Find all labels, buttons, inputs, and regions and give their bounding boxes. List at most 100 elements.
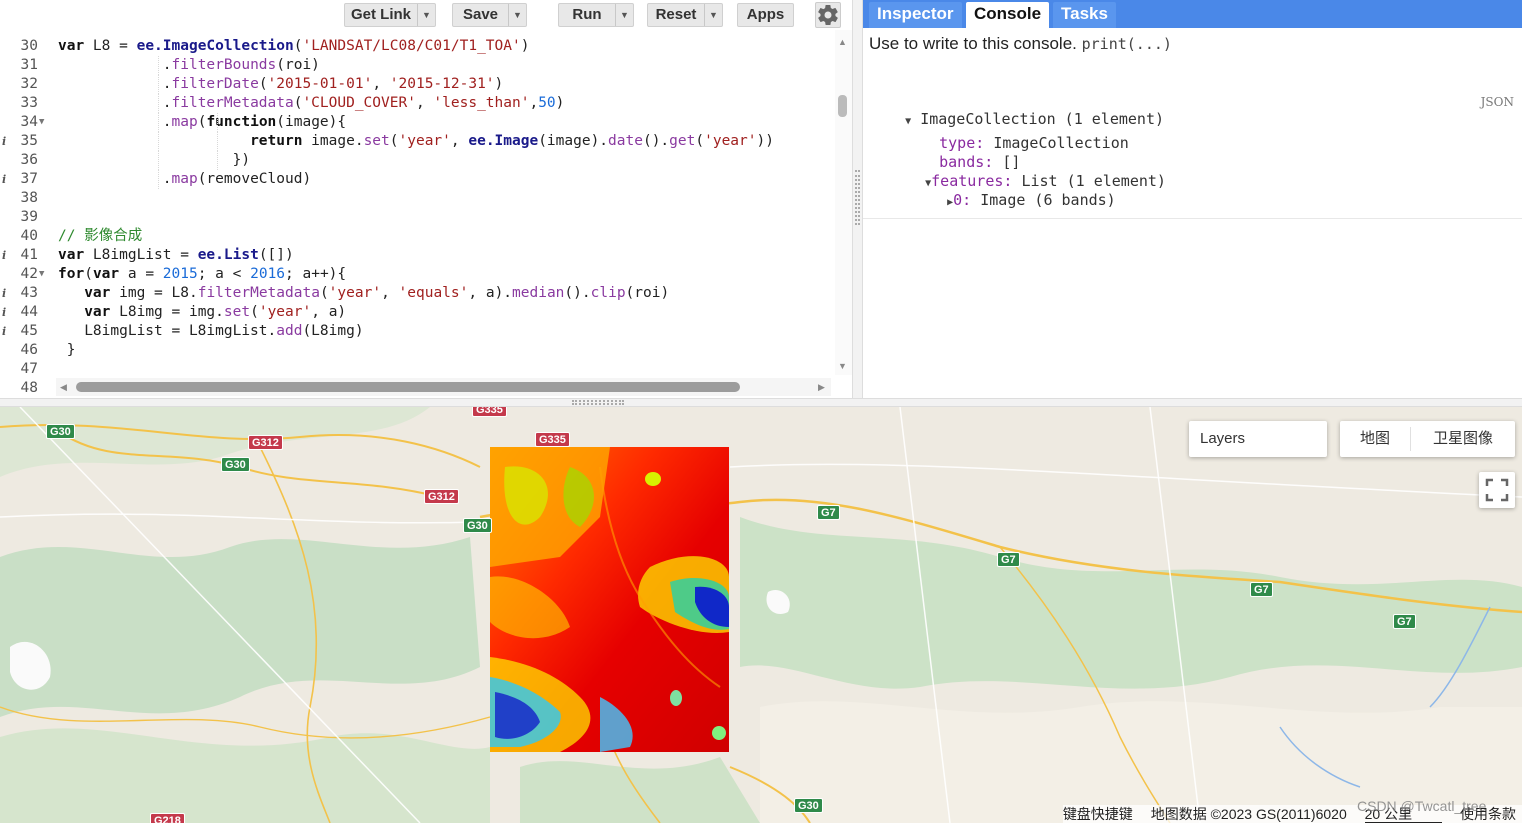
code-token: map (171, 114, 198, 130)
code-text: .filterBounds(roi) (58, 56, 320, 75)
indent-guide (158, 132, 159, 151)
code-token: (roi) (276, 57, 320, 73)
code-text: }) (58, 151, 250, 170)
get-link-button[interactable]: Get Link ▼ (344, 3, 436, 27)
code-line[interactable]: 42 ▼ for(var a = 2015; a < 2016; a++){ (0, 265, 835, 284)
code-line[interactable]: 36 }) (0, 151, 835, 170)
code-token: '2015-01-01' (267, 76, 373, 92)
code-text: var L8img = img.set('year', a) (58, 303, 346, 322)
highway-shield: G30 (221, 457, 250, 472)
fullscreen-button[interactable] (1479, 472, 1515, 508)
run-button[interactable]: Run ▼ (558, 3, 634, 27)
code-text: var L8imgList = ee.List([]) (58, 246, 294, 265)
splitter-grip-icon[interactable] (855, 170, 860, 225)
code-line[interactable]: 32 .filterDate('2015-01-01', '2015-12-31… (0, 75, 835, 94)
editor-vertical-scroll-thumb[interactable] (838, 95, 847, 117)
settings-button[interactable] (815, 2, 841, 28)
code-token: ; a++){ (285, 266, 347, 282)
run-label: Run (572, 6, 602, 23)
map-type-roadmap[interactable]: 地图 (1340, 421, 1410, 457)
tab-inspector[interactable]: Inspector (869, 2, 962, 28)
apps-button[interactable]: Apps (737, 3, 794, 27)
scroll-right-icon[interactable]: ▶ (818, 382, 825, 393)
fold-toggle-icon[interactable]: ▼ (39, 265, 44, 284)
code-token: ee.List (197, 247, 259, 263)
tab-tasks[interactable]: Tasks (1053, 2, 1116, 28)
code-token: // 影像合成 (58, 228, 143, 244)
code-line[interactable]: 38 (0, 189, 835, 208)
splitter-grip-icon[interactable] (572, 400, 624, 405)
code-editor-pane: 30 var L8 = ee.ImageCollection('LANDSAT/L… (0, 0, 852, 398)
apps-label: Apps (746, 6, 785, 23)
indent-guide (217, 132, 218, 151)
code-line[interactable]: i 45 L8imgList = L8imgList.add(L8img) (0, 322, 835, 341)
code-token: (roi) (625, 285, 670, 301)
code-token: 'year' (258, 304, 312, 320)
code-token: 'less_than' (433, 95, 530, 111)
code-token: ) (520, 38, 530, 54)
highway-shield: G30 (46, 424, 75, 439)
indent-guide (158, 151, 159, 170)
map-type-satellite[interactable]: 卫星图像 (1411, 421, 1515, 457)
code-token: var (84, 304, 111, 320)
caret-down-icon[interactable]: ▼ (704, 4, 722, 26)
tab-console[interactable]: Console (966, 2, 1050, 28)
code-text: var img = L8.filterMetadata('year', 'equ… (58, 284, 669, 303)
code-text: // 影像合成 (58, 227, 142, 246)
code-line[interactable]: 31 .filterBounds(roi) (0, 56, 835, 75)
json-link[interactable]: JSON (1481, 95, 1514, 109)
console-divider (863, 218, 1522, 219)
raster-overlay (490, 447, 729, 752)
caret-down-icon[interactable]: ▼ (615, 4, 633, 26)
code-token: 'year' (704, 133, 757, 149)
scroll-up-icon[interactable]: ▲ (838, 37, 847, 47)
editor-horizontal-scroll-thumb[interactable] (76, 382, 740, 392)
layers-button[interactable]: Layers (1189, 421, 1327, 457)
scroll-left-icon[interactable]: ◀ (60, 382, 67, 393)
code-text: for(var a = 2015; a < 2016; a++){ (58, 265, 346, 284)
code-line[interactable]: i 35 return image.set('year', ee.Image(im… (0, 132, 835, 151)
code-token: (L8img) (302, 323, 364, 339)
code-line[interactable]: i 44 var L8img = img.set('year', a) (0, 303, 835, 322)
code-editor[interactable]: 30 var L8 = ee.ImageCollection('LANDSAT/L… (0, 22, 835, 396)
code-line[interactable]: 46 } (0, 341, 835, 360)
code-token: '2015-12-31' (389, 76, 495, 92)
line-number: 45 (20, 323, 38, 339)
console-hint-code: print(...) (1081, 35, 1172, 53)
code-token: ee.Image (468, 133, 539, 149)
editor-toolbar: Get Link ▼ Save ▼ Run ▼ Reset ▼ Apps (0, 0, 852, 30)
code-line[interactable]: i 37 .map(removeCloud) (0, 170, 835, 189)
code-line[interactable]: 30 var L8 = ee.ImageCollection('LANDSAT/L… (0, 37, 835, 56)
line-number: 48 (20, 380, 38, 396)
code-token: (image){ (276, 114, 347, 130)
code-token: filterDate (171, 76, 259, 92)
code-line[interactable]: 40 // 影像合成 (0, 227, 835, 246)
highway-shield: G312 (248, 435, 283, 450)
code-text: .map(removeCloud) (58, 170, 311, 189)
keyboard-shortcuts-link[interactable]: 键盘快捷键 (1063, 806, 1133, 822)
caret-down-icon[interactable]: ▼ (417, 4, 435, 26)
fold-toggle-icon[interactable]: ▼ (39, 113, 44, 132)
code-token: (). (564, 285, 591, 301)
tree-item-row[interactable]: ▶0: Image (6 bands) (911, 172, 1116, 231)
code-line[interactable]: 39 (0, 208, 835, 227)
reset-button[interactable]: Reset ▼ (647, 3, 723, 27)
code-line[interactable]: 34 ▼ .map(function(image){ (0, 113, 835, 132)
code-token: , (450, 133, 469, 149)
map-view[interactable]: G30 G312 G30 G335 G312 G30 G7 G7 G7 G7 G… (0, 407, 1522, 823)
horizontal-splitter[interactable] (0, 398, 1522, 407)
editor-vertical-scrollbar[interactable] (835, 30, 852, 375)
code-token: . (58, 114, 172, 130)
code-line[interactable]: 33 .filterMetadata('CLOUD_COVER', 'less_… (0, 94, 835, 113)
code-line[interactable]: 47 (0, 360, 835, 379)
line-number: 47 (20, 361, 38, 377)
get-link-label: Get Link (350, 6, 411, 23)
scroll-down-icon[interactable]: ▼ (838, 361, 847, 371)
code-line[interactable]: i 43 var img = L8.filterMetadata('year', … (0, 284, 835, 303)
caret-down-icon[interactable]: ▼ (508, 4, 526, 26)
save-button[interactable]: Save ▼ (452, 3, 527, 27)
code-token: median (512, 285, 565, 301)
code-token: 2015 (162, 266, 198, 282)
code-line[interactable]: i 41 var L8imgList = ee.List([]) (0, 246, 835, 265)
